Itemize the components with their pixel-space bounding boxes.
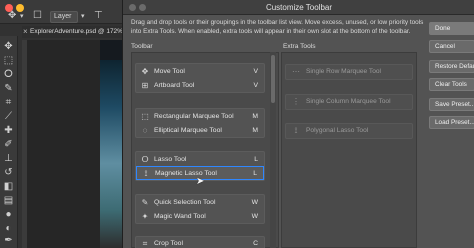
tool-group-selection[interactable]: ✎ Quick Selection Tool W ✦ Magic Wand To… bbox=[135, 194, 265, 224]
pen-tool-icon[interactable]: ✒ bbox=[3, 235, 14, 246]
tool-shortcut: L bbox=[254, 156, 258, 163]
chevron-down-icon[interactable]: ▾ bbox=[81, 12, 85, 20]
magic-wand-icon: ✦ bbox=[141, 212, 149, 221]
quick-selection-icon: ✎ bbox=[141, 198, 149, 207]
tool-label: Crop Tool bbox=[154, 240, 183, 247]
tool-shortcut: W bbox=[251, 213, 258, 220]
stamp-tool-icon[interactable]: ⊥ bbox=[3, 153, 14, 164]
tool-shortcut: M bbox=[252, 113, 258, 120]
extra-tool-polygonal-lasso[interactable]: ⟟ Polygonal Lasso Tool bbox=[285, 123, 413, 139]
crop-tool-icon[interactable]: ⌗ bbox=[3, 97, 14, 108]
tool-shortcut: W bbox=[251, 199, 258, 206]
extra-tool-label: Single Column Marquee Tool bbox=[306, 98, 391, 105]
dialog-titlebar: Customize Toolbar bbox=[123, 0, 474, 15]
brush-tool-icon[interactable]: ✐ bbox=[3, 139, 14, 150]
move-options-icon[interactable]: ✥ bbox=[8, 10, 16, 21]
vertical-ruler bbox=[22, 40, 27, 248]
extra-tools-section-label: Extra Tools bbox=[283, 43, 316, 50]
tool-shortcut: C bbox=[253, 240, 258, 247]
extra-tool-label: Polygonal Lasso Tool bbox=[306, 127, 369, 134]
move-tool-icon[interactable]: ✥ bbox=[3, 41, 14, 52]
layer-select[interactable]: Layer bbox=[50, 11, 78, 23]
photo-top bbox=[100, 40, 122, 62]
eraser-tool-icon[interactable]: ◧ bbox=[3, 181, 14, 192]
document-image bbox=[100, 60, 122, 248]
options-bar: ✥ ▾ ☐ Layer ▾ ⊤ bbox=[0, 8, 122, 26]
customize-toolbar-dialog: Customize Toolbar Drag and drop tools or… bbox=[122, 0, 474, 248]
healing-tool-icon[interactable]: ✚ bbox=[3, 125, 14, 136]
extra-tool-row[interactable]: ⋯ Single Row Marquee Tool bbox=[286, 65, 412, 79]
quick-selection-tool-icon[interactable]: ✎ bbox=[3, 83, 14, 94]
tool-label: Elliptical Marquee Tool bbox=[154, 127, 222, 134]
tool-shortcut: M bbox=[252, 127, 258, 134]
tool-row-artboard[interactable]: ⊞ Artboard Tool V bbox=[136, 79, 264, 93]
load-preset-button[interactable]: Load Preset... bbox=[429, 116, 474, 129]
tool-label: Magic Wand Tool bbox=[154, 213, 206, 220]
extra-tool-row[interactable]: ⋮ Single Column Marquee Tool bbox=[286, 95, 412, 109]
marquee-tool-icon[interactable]: ⬚ bbox=[3, 55, 14, 66]
tool-row-magic-wand[interactable]: ✦ Magic Wand Tool W bbox=[136, 210, 264, 224]
save-preset-button[interactable]: Save Preset... bbox=[429, 98, 474, 111]
tool-row-quick-selection[interactable]: ✎ Quick Selection Tool W bbox=[136, 196, 264, 210]
tool-shortcut: L bbox=[253, 170, 257, 177]
polygonal-lasso-icon: ⟟ bbox=[294, 126, 298, 135]
dodge-tool-icon[interactable]: ◐ bbox=[3, 223, 14, 234]
restore-defaults-button[interactable]: Restore Defaults bbox=[429, 60, 474, 73]
extra-tool-single-row[interactable]: ⋯ Single Row Marquee Tool bbox=[285, 64, 413, 80]
tool-label: Magnetic Lasso Tool bbox=[155, 170, 217, 177]
tool-row-crop[interactable]: ⌗ Crop Tool C bbox=[136, 237, 264, 248]
single-row-marquee-icon: ⋯ bbox=[292, 67, 300, 76]
ellipse-marquee-icon: ◌ bbox=[142, 126, 148, 135]
blur-tool-icon[interactable]: ● bbox=[3, 209, 14, 220]
move-icon: ✥ bbox=[141, 67, 149, 76]
rect-marquee-icon: ⬚ bbox=[141, 112, 149, 121]
lasso-icon: ⵔ bbox=[141, 155, 149, 164]
extra-tool-label: Single Row Marquee Tool bbox=[306, 68, 382, 75]
tool-label: Quick Selection Tool bbox=[154, 199, 216, 206]
tool-group-marquee[interactable]: ⬚ Rectangular Marquee Tool M ◌ Elliptica… bbox=[135, 108, 265, 138]
dialog-description: Drag and drop tools or their groupings i… bbox=[131, 19, 424, 35]
chevron-down-icon[interactable]: ▾ bbox=[20, 12, 24, 20]
magnetic-lasso-icon: ⟟ bbox=[144, 169, 148, 178]
tool-label: Move Tool bbox=[154, 68, 185, 75]
dialog-title: Customize Toolbar bbox=[265, 3, 333, 12]
tool-row-rect-marquee[interactable]: ⬚ Rectangular Marquee Tool M bbox=[136, 110, 264, 124]
tool-label: Rectangular Marquee Tool bbox=[154, 113, 234, 120]
done-button[interactable]: Done bbox=[429, 22, 474, 35]
auto-select-checkbox[interactable]: ☐ bbox=[33, 10, 42, 21]
toolbar-scroll-thumb[interactable] bbox=[271, 55, 275, 103]
tool-shortcut: V bbox=[253, 68, 258, 75]
tool-group-crop[interactable]: ⌗ Crop Tool C bbox=[135, 236, 265, 248]
single-column-marquee-icon: ⋮ bbox=[292, 97, 300, 106]
tool-label: Artboard Tool bbox=[154, 82, 195, 89]
tool-group-move[interactable]: ✥ Move Tool V ⊞ Artboard Tool V bbox=[135, 63, 265, 93]
extra-tool-single-column[interactable]: ⋮ Single Column Marquee Tool bbox=[285, 94, 413, 110]
tool-shortcut: V bbox=[253, 82, 258, 89]
app-window: ✥ ▾ ☐ Layer ▾ ⊤ × ExplorerAdventure.psd … bbox=[0, 0, 474, 248]
lasso-tool-icon[interactable]: ⵔ bbox=[3, 69, 14, 80]
artboard-icon: ⊞ bbox=[141, 81, 149, 90]
extra-tools-list[interactable] bbox=[281, 52, 417, 248]
tool-row-ellipse-marquee[interactable]: ◌ Elliptical Marquee Tool M bbox=[136, 124, 264, 138]
photoshop-toolbar: ✥ ⬚ ⵔ ✎ ⌗ ⟋ ✚ ✐ ⊥ ↺ ◧ ▤ ● ◐ ✒ bbox=[0, 36, 18, 248]
eyedropper-tool-icon[interactable]: ⟋ bbox=[3, 111, 14, 122]
clear-tools-button[interactable]: Clear Tools bbox=[429, 78, 474, 91]
tool-row-move[interactable]: ✥ Move Tool V bbox=[136, 65, 264, 79]
extra-tool-row[interactable]: ⟟ Polygonal Lasso Tool bbox=[286, 124, 412, 138]
gradient-tool-icon[interactable]: ▤ bbox=[3, 195, 14, 206]
document-tabbar: × ExplorerAdventure.psd @ 172% (R bbox=[22, 26, 132, 38]
crop-icon: ⌗ bbox=[142, 239, 148, 248]
toolbar-section-label: Toolbar bbox=[131, 43, 153, 50]
cancel-button[interactable]: Cancel bbox=[429, 40, 474, 53]
align-icon[interactable]: ⊤ bbox=[94, 10, 103, 21]
mouse-cursor-icon: ➤ bbox=[196, 176, 205, 187]
history-brush-icon[interactable]: ↺ bbox=[3, 167, 14, 178]
tool-row-lasso[interactable]: ⵔ Lasso Tool L bbox=[136, 153, 264, 167]
tool-label: Lasso Tool bbox=[154, 156, 187, 163]
